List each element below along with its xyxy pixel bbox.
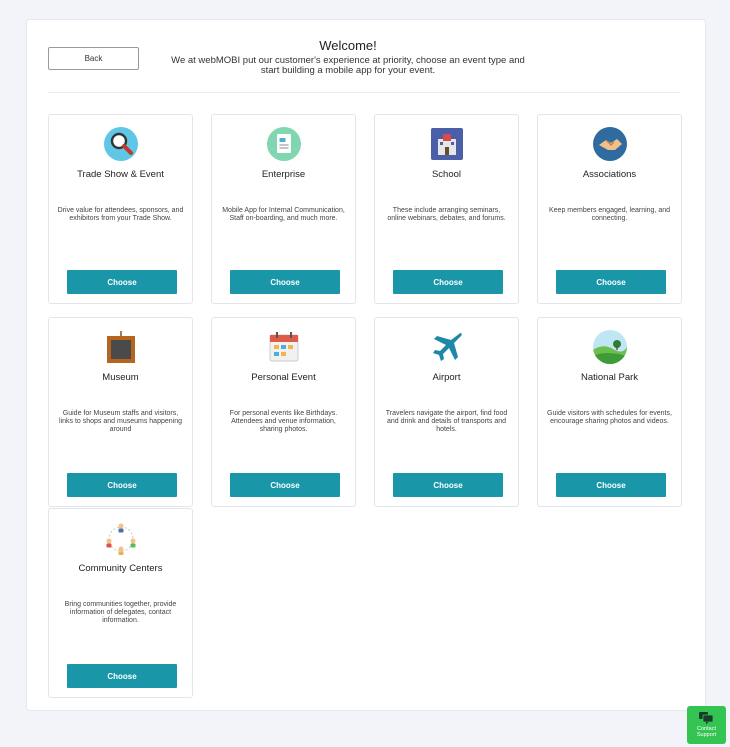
card-description: For personal events like Birthdays. Atte…	[229, 410, 338, 433]
airplane-icon	[430, 330, 464, 364]
park-landscape-icon	[593, 330, 627, 364]
page-title: Welcome!	[319, 38, 377, 53]
event-type-card-associations: Associations Keep members engaged, learn…	[537, 114, 682, 304]
card-description: These include arranging seminars, online…	[387, 207, 506, 222]
choose-button[interactable]: Choose	[230, 270, 340, 294]
card-title: Airport	[432, 372, 461, 383]
chat-bubbles-icon	[698, 711, 714, 725]
document-icon	[267, 127, 301, 161]
event-type-card-school: School These include arranging seminars,…	[374, 114, 519, 304]
card-description: Travelers navigate the airport, find foo…	[385, 410, 508, 433]
event-type-card-airport: Airport Travelers navigate the airport, …	[374, 317, 519, 507]
card-title: Personal Event	[251, 372, 316, 383]
event-type-card-museum: Museum Guide for Museum staffs and visit…	[48, 317, 193, 507]
magnifier-icon	[104, 127, 138, 161]
event-type-card-national-park: National Park Guide visitors with schedu…	[537, 317, 682, 507]
card-description: Guide visitors with schedules for events…	[547, 410, 672, 425]
card-title: National Park	[580, 372, 639, 383]
community-people-icon	[104, 521, 138, 555]
welcome-text: We at webMOBI put our customer's experie…	[171, 55, 525, 76]
card-title: Enterprise	[261, 169, 306, 180]
event-type-card-community-centers: Community Centers Bring communities toge…	[48, 508, 193, 698]
choose-button[interactable]: Choose	[67, 270, 177, 294]
choose-button[interactable]: Choose	[556, 270, 666, 294]
school-building-icon	[430, 127, 464, 161]
card-title: Trade Show & Event	[77, 169, 164, 180]
card-description: Guide for Museum staffs and visitors, li…	[59, 410, 182, 433]
choose-button[interactable]: Choose	[393, 270, 503, 294]
choose-button[interactable]: Choose	[67, 473, 177, 497]
main-panel: Back Welcome! We at webMOBI put our cust…	[26, 19, 706, 711]
picture-frame-icon	[104, 330, 138, 364]
event-type-card-enterprise: Enterprise Mobile App for Internal Commu…	[211, 114, 356, 304]
contact-support-button[interactable]: Contact Support	[687, 706, 726, 744]
handshake-icon	[593, 127, 627, 161]
card-description: Bring communities together, provide info…	[64, 601, 177, 624]
back-button[interactable]: Back	[48, 47, 139, 70]
card-description: Drive value for attendees, sponsors, and…	[57, 207, 184, 222]
divider	[48, 92, 680, 93]
card-title: School	[431, 169, 462, 180]
choose-button[interactable]: Choose	[230, 473, 340, 497]
card-title: Community Centers	[78, 563, 163, 574]
card-title: Associations	[582, 169, 637, 180]
choose-button[interactable]: Choose	[393, 473, 503, 497]
card-description: Keep members engaged, learning, and conn…	[548, 207, 671, 222]
card-description: Mobile App for Internal Communication, S…	[222, 207, 345, 222]
card-title: Museum	[102, 372, 139, 383]
event-type-card-personal-event: Personal Event For personal events like …	[211, 317, 356, 507]
choose-button[interactable]: Choose	[556, 473, 666, 497]
choose-button[interactable]: Choose	[67, 664, 177, 688]
calendar-icon	[267, 330, 301, 364]
contact-support-label: Contact Support	[696, 726, 717, 738]
event-type-card-trade-show: Trade Show & Event Drive value for atten…	[48, 114, 193, 304]
